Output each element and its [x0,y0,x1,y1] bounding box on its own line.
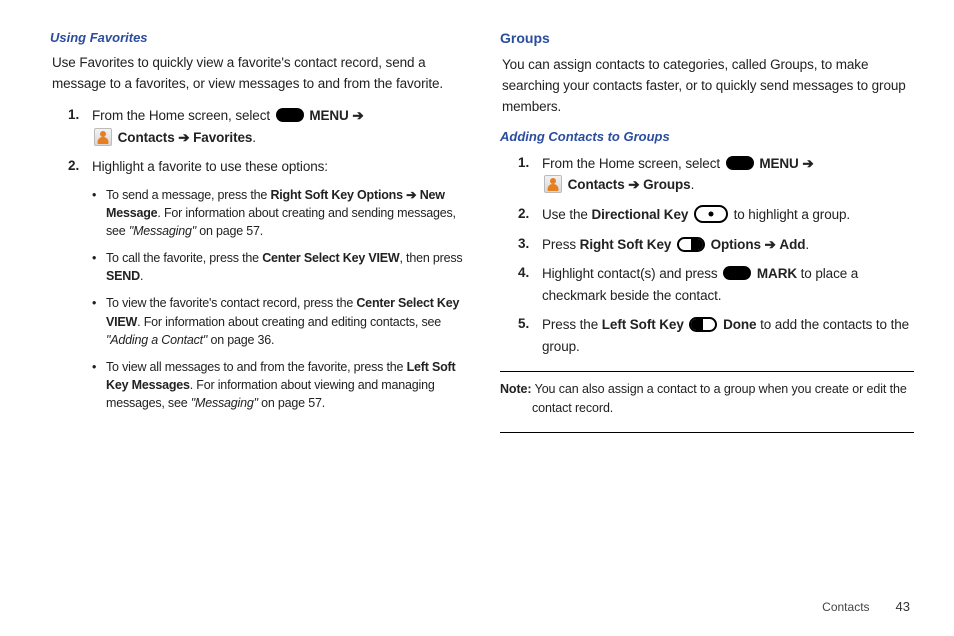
contacts-icon [94,128,112,146]
directional-key-icon [694,205,728,223]
note-separator [500,371,914,372]
section-label: Contacts [822,600,869,614]
page-number: 43 [896,599,910,614]
bullet-icon: • [92,294,106,348]
gstep-3: 3. Press Right Soft Key Options ➔ Add. [500,234,914,256]
step-content: Use the Directional Key to highlight a g… [542,204,850,226]
heading-groups: Groups [500,28,914,49]
contacts-icon [544,175,562,193]
two-column-layout: Using Favorites Use Favorites to quickly… [50,28,914,441]
gstep-2: 2. Use the Directional Key to highlight … [500,204,914,226]
step-number: 1. [518,153,542,196]
gstep-1: 1. From the Home screen, select MENU ➔ C… [500,153,914,196]
step-number: 1. [68,105,92,148]
step-number: 5. [518,314,542,357]
step-number: 2. [518,204,542,226]
step-content: Press the Left Soft Key Done to add the … [542,314,914,357]
center-key-icon [723,266,751,280]
bullet-icon: • [92,186,106,240]
step-1: 1. From the Home screen, select MENU ➔ C… [50,105,464,148]
step-content: Highlight contact(s) and press MARK to p… [542,263,914,306]
heading-adding-contacts: Adding Contacts to Groups [500,127,914,146]
left-soft-key-icon [689,317,717,332]
note-separator [500,432,914,433]
step-2: 2. Highlight a favorite to use these opt… [50,156,464,178]
heading-using-favorites: Using Favorites [50,28,464,47]
step-content: Press Right Soft Key Options ➔ Add. [542,234,809,256]
groups-intro: You can assign contacts to categories, c… [500,55,914,118]
left-column: Using Favorites Use Favorites to quickly… [50,28,464,441]
step-content: From the Home screen, select MENU ➔ Cont… [542,153,814,196]
favorites-intro: Use Favorites to quickly view a favorite… [50,53,464,95]
right-column: Groups You can assign contacts to catego… [500,28,914,441]
step-number: 2. [68,156,92,178]
bullet-call-favorite: • To call the favorite, press the Center… [50,249,464,285]
center-key-icon [726,156,754,170]
bullet-send-message: • To send a message, press the Right Sof… [50,186,464,240]
step-number: 4. [518,263,542,306]
page-footer: Contacts 43 [822,599,910,614]
bullet-icon: • [92,249,106,285]
step-content: From the Home screen, select MENU ➔ Cont… [92,105,364,148]
note-text: Note: You can also assign a contact to a… [500,380,914,418]
step-content: Highlight a favorite to use these option… [92,156,328,178]
step-number: 3. [518,234,542,256]
center-key-icon [276,108,304,122]
bullet-view-messages: • To view all messages to and from the f… [50,358,464,412]
gstep-5: 5. Press the Left Soft Key Done to add t… [500,314,914,357]
right-soft-key-icon [677,237,705,252]
gstep-4: 4. Highlight contact(s) and press MARK t… [500,263,914,306]
bullet-icon: • [92,358,106,412]
bullet-view-record: • To view the favorite's contact record,… [50,294,464,348]
